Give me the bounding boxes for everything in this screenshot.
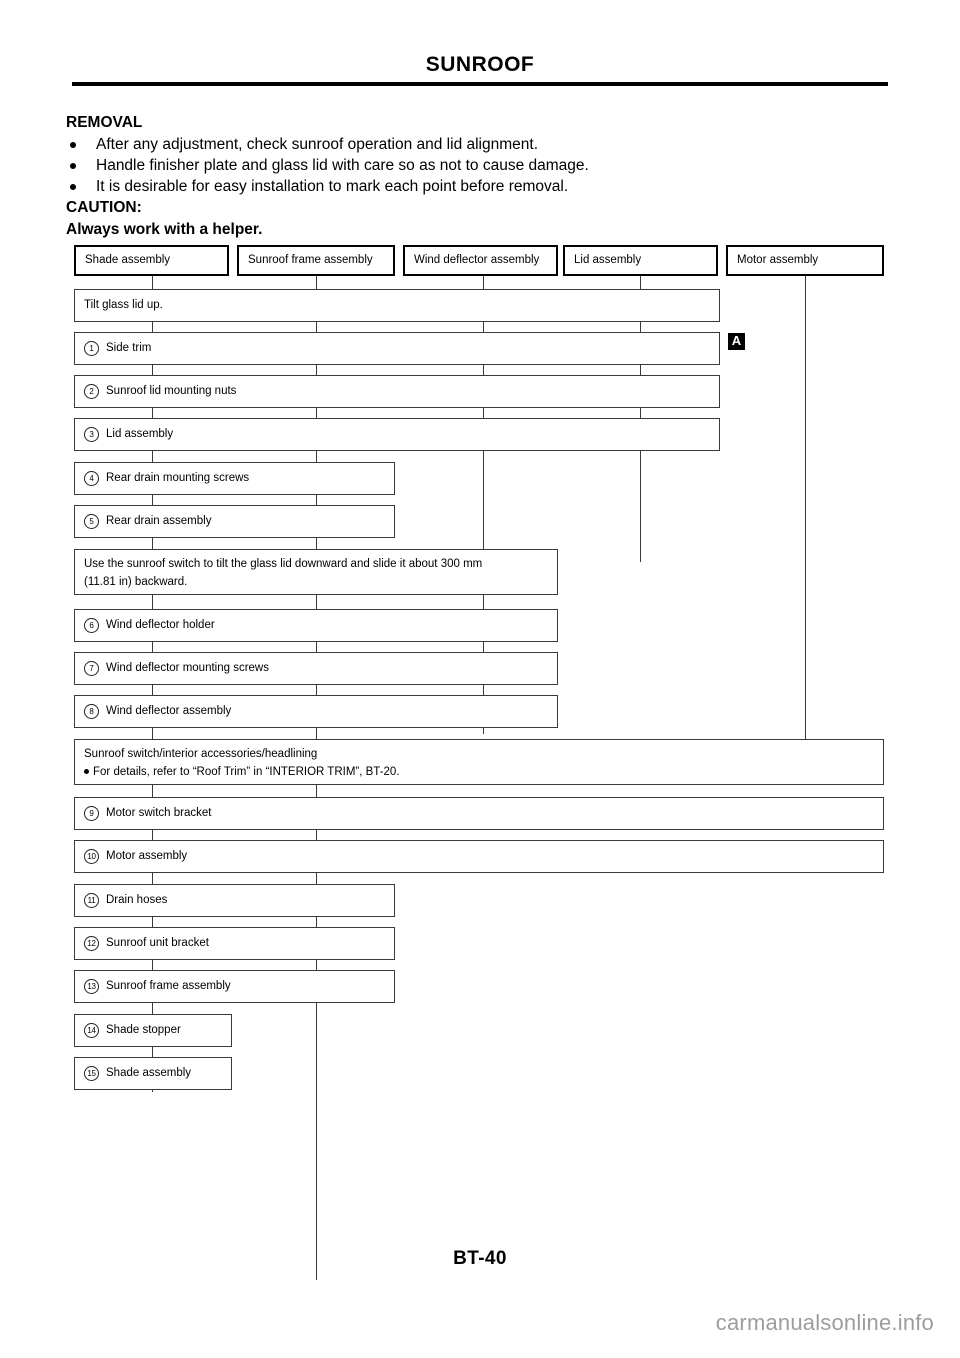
bullet-icon: [84, 768, 89, 774]
step-label: Lid assembly: [106, 428, 174, 440]
list-item: Handle finisher plate and glass lid with…: [66, 155, 896, 176]
step-wind-deflector-mounting-screws[interactable]: 7 Wind deflector mounting screws: [74, 652, 558, 685]
page-header: SUNROOF: [72, 52, 888, 86]
step-sunroof-unit-bracket[interactable]: 12 Sunroof unit bracket: [74, 927, 395, 960]
step-label: Rear drain mounting screws: [106, 472, 250, 484]
step-label: Sunroof frame assembly: [106, 980, 231, 992]
step-number: 4: [84, 471, 99, 486]
step-label: Sunroof lid mounting nuts: [106, 385, 237, 397]
removal-bullet-list: After any adjustment, check sunroof oper…: [66, 134, 896, 197]
marker-a-badge: A: [728, 333, 745, 350]
site-watermark: carmanualsonline.info: [715, 1310, 934, 1335]
step-sunroof-frame-assembly[interactable]: 13 Sunroof frame assembly: [74, 970, 395, 1003]
note-line-2: (11.81 in) backward.: [84, 576, 188, 588]
bullet-icon: [70, 163, 76, 169]
step-label: Shade assembly: [106, 1067, 192, 1079]
bullet-text: It is desirable for easy installation to…: [96, 178, 569, 195]
step-shade-stopper[interactable]: 14 Shade stopper: [74, 1014, 232, 1047]
page-number: BT-40: [453, 1248, 507, 1269]
step-motor-assembly[interactable]: 10 Motor assembly: [74, 840, 884, 873]
list-item: After any adjustment, check sunroof oper…: [66, 134, 896, 155]
step-tilt-glass-lid-up[interactable]: Tilt glass lid up.: [74, 289, 720, 322]
step-label: Tilt glass lid up.: [84, 299, 163, 311]
page-title: SUNROOF: [425, 53, 535, 76]
step-label: Motor assembly: [106, 850, 188, 862]
note-sub-text: For details, refer to “Roof Trim” in “IN…: [93, 766, 400, 778]
step-rear-drain-mounting-screws[interactable]: 4 Rear drain mounting screws: [74, 462, 395, 495]
step-number: 13: [84, 979, 99, 994]
list-item: It is desirable for easy installation to…: [66, 176, 896, 197]
step-side-trim[interactable]: 1 Side trim: [74, 332, 720, 365]
column-header-lid-assembly[interactable]: Lid assembly: [563, 245, 718, 276]
caution-label: CAUTION:: [66, 199, 142, 216]
column-header-motor-assembly[interactable]: Motor assembly: [726, 245, 884, 276]
step-number: 6: [84, 618, 99, 633]
step-number: 10: [84, 849, 99, 864]
removal-section: REMOVAL After any adjustment, check sunr…: [66, 112, 896, 241]
removal-heading: REMOVAL: [66, 114, 143, 131]
step-label: Shade stopper: [106, 1024, 181, 1036]
column-header-shade-assembly[interactable]: Shade assembly: [74, 245, 229, 276]
step-number: 7: [84, 661, 99, 676]
step-number: 11: [84, 893, 99, 908]
step-number: 3: [84, 427, 99, 442]
step-number: 14: [84, 1023, 99, 1038]
column-header-label: Sunroof frame assembly: [248, 254, 373, 266]
step-sunroof-lid-mounting-nuts[interactable]: 2 Sunroof lid mounting nuts: [74, 375, 720, 408]
bullet-text: After any adjustment, check sunroof oper…: [96, 136, 539, 153]
step-label: Wind deflector mounting screws: [106, 662, 269, 674]
connector-col5: [805, 274, 806, 742]
step-drain-hoses[interactable]: 11 Drain hoses: [74, 884, 395, 917]
bullet-icon: [70, 142, 76, 148]
caution-text: Always work with a helper.: [66, 221, 263, 238]
note-line-1: Use the sunroof switch to tilt the glass…: [84, 558, 483, 570]
header-rule: [72, 82, 888, 86]
step-label: Motor switch bracket: [106, 807, 212, 819]
step-number: 15: [84, 1066, 99, 1081]
column-header-label: Shade assembly: [85, 254, 171, 266]
step-number: 2: [84, 384, 99, 399]
step-label: Wind deflector holder: [106, 619, 215, 631]
column-header-label: Wind deflector assembly: [414, 254, 540, 266]
step-wind-deflector-holder[interactable]: 6 Wind deflector holder: [74, 609, 558, 642]
column-header-label: Lid assembly: [574, 254, 642, 266]
step-note-tilt-and-slide[interactable]: Use the sunroof switch to tilt the glass…: [74, 549, 558, 595]
step-label: Sunroof unit bracket: [106, 937, 209, 949]
step-number: 8: [84, 704, 99, 719]
step-label: Rear drain assembly: [106, 515, 212, 527]
step-label: Drain hoses: [106, 894, 168, 906]
step-lid-assembly[interactable]: 3 Lid assembly: [74, 418, 720, 451]
step-shade-assembly[interactable]: 15 Shade assembly: [74, 1057, 232, 1090]
step-number: 12: [84, 936, 99, 951]
column-header-sunroof-frame-assembly[interactable]: Sunroof frame assembly: [237, 245, 395, 276]
bullet-text: Handle finisher plate and glass lid with…: [96, 157, 589, 174]
column-header-label: Motor assembly: [737, 254, 819, 266]
bullet-icon: [70, 184, 76, 190]
step-note-interior-accessories[interactable]: Sunroof switch/interior accessories/head…: [74, 739, 884, 785]
step-label: Side trim: [106, 342, 152, 354]
note-sub-line: For details, refer to “Roof Trim” in “IN…: [84, 765, 883, 780]
step-label: Wind deflector assembly: [106, 705, 232, 717]
step-number: 1: [84, 341, 99, 356]
step-motor-switch-bracket[interactable]: 9 Motor switch bracket: [74, 797, 884, 830]
note-line-1: Sunroof switch/interior accessories/head…: [84, 748, 318, 760]
step-number: 5: [84, 514, 99, 529]
step-number: 9: [84, 806, 99, 821]
column-header-wind-deflector-assembly[interactable]: Wind deflector assembly: [403, 245, 558, 276]
step-wind-deflector-assembly[interactable]: 8 Wind deflector assembly: [74, 695, 558, 728]
step-rear-drain-assembly[interactable]: 5 Rear drain assembly: [74, 505, 395, 538]
